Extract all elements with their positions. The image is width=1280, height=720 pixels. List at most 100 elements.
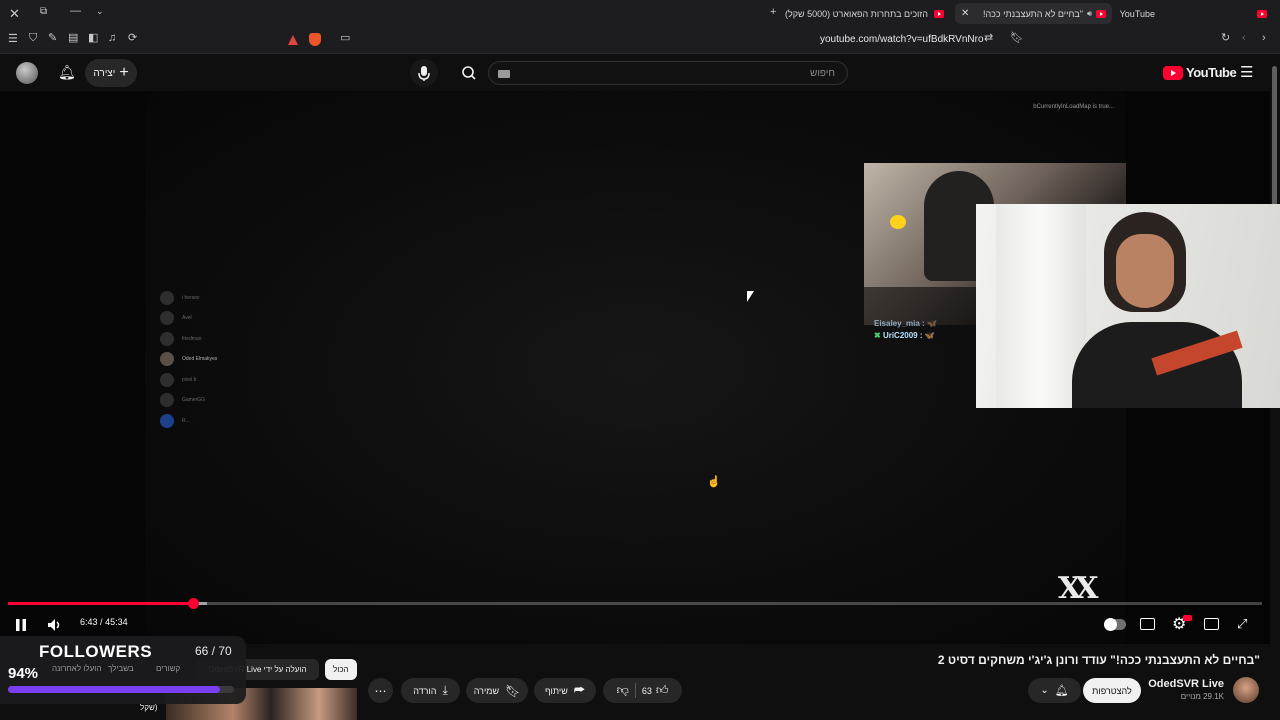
notifications-bell-icon[interactable]: 🔔︎ xyxy=(58,64,76,81)
join-label: להצטרפות xyxy=(1092,685,1132,696)
tab-youtube[interactable]: YouTube xyxy=(1118,3,1273,24)
channel-name[interactable]: OdedSVR Live xyxy=(1148,678,1224,690)
join-button[interactable]: להצטרפות xyxy=(1083,678,1141,703)
channel-info[interactable]: OdedSVR Live 29.1K מנויים xyxy=(1148,678,1224,701)
new-tab-icon[interactable]: + xyxy=(770,7,776,18)
like-count: 63 xyxy=(641,685,652,696)
miniplayer-icon[interactable] xyxy=(1204,618,1219,630)
chat-name: Oded Elmakyes xyxy=(182,356,218,362)
subtitles-icon[interactable] xyxy=(1140,618,1155,630)
chevron-down-icon: ⌄ xyxy=(1040,685,1049,696)
like-button[interactable]: 63 👍︎ xyxy=(642,683,669,698)
youtube-favicon-icon xyxy=(1257,9,1267,18)
site-settings-icon[interactable]: ⇄ xyxy=(984,33,993,44)
bell-ring-icon: 🔔︎ xyxy=(1054,685,1069,697)
music-icon[interactable]: ♫ xyxy=(108,33,116,44)
divider xyxy=(634,683,636,698)
menu-icon[interactable]: ☰ xyxy=(8,34,18,45)
shield-icon[interactable]: ⛉ xyxy=(29,33,37,44)
download-button[interactable]: ⤓ הורדה xyxy=(401,678,460,703)
save-button[interactable]: 🔖︎ שמירה xyxy=(466,678,528,703)
pause-button[interactable] xyxy=(14,618,28,632)
chat-list-item: friedman xyxy=(160,332,201,346)
search-input[interactable]: חיפוש xyxy=(488,61,848,85)
url-text[interactable]: youtube.com/watch?v=ufBdkRVnNro xyxy=(820,34,984,45)
restore-window-icon[interactable]: ⧉ xyxy=(40,7,47,17)
settings-gear-icon[interactable]: ⚙ xyxy=(1172,614,1192,634)
followers-percent: 94% xyxy=(8,665,39,682)
create-label: יצירה xyxy=(93,67,116,79)
browser-tab-bar: ✕ ⧉ — ⌄ הזוכים בתחרות הפאוארט (5000 שקל)… xyxy=(0,0,1280,27)
minimize-window-icon[interactable]: — xyxy=(70,6,81,17)
chat-list-item: Oded Elmakyes xyxy=(160,352,217,366)
chat-list-item: i hersev xyxy=(160,291,200,305)
youtube-favicon-icon xyxy=(1096,9,1106,18)
download-label: הורדה xyxy=(413,685,437,696)
share-button[interactable]: ⮫ שיתוף xyxy=(534,678,596,703)
chat-name: i hersev xyxy=(182,295,200,301)
chip-recently-uploaded[interactable]: הועלו לאחרונה xyxy=(52,664,101,673)
stream-chat-overlay: Eisaley_mia : 🦋 ✖ UriC2009 : 🦋 xyxy=(874,319,937,340)
chip-all[interactable]: הכול xyxy=(325,659,357,680)
subscribed-button[interactable]: ⌄ 🔔︎ xyxy=(1028,678,1081,703)
save-label: שמירה xyxy=(473,685,500,696)
chip-for-you[interactable]: בשבילך xyxy=(108,664,134,673)
webcam-overlay-main xyxy=(976,204,1280,408)
bookmark-icon: 🔖︎ xyxy=(505,683,521,698)
time-current: 6:43 xyxy=(80,617,98,627)
brave-shield-icon[interactable] xyxy=(309,33,321,46)
tab-list-chevron-icon[interactable]: ⌄ xyxy=(96,7,104,16)
voice-search-button[interactable] xyxy=(410,59,438,87)
sidebar-icon[interactable]: ◧ xyxy=(88,33,98,44)
hd-badge xyxy=(1183,615,1192,621)
stream-chat-line: ✖ UriC2009 : 🦋 xyxy=(874,331,935,340)
video-player[interactable]: bCurrentlyInLoadMap is true... i hersev … xyxy=(0,91,1280,644)
chat-msg: 🦋 xyxy=(926,319,937,328)
chip-related[interactable]: קשורים xyxy=(156,664,180,673)
stream-chat-line: Eisaley_mia : 🦋 xyxy=(874,319,937,328)
followers-goal-widget: FOLLOWERS 66 / 70 94% הועלו לאחרונה בשבי… xyxy=(0,636,246,704)
search-button[interactable] xyxy=(452,61,488,85)
chat-avatar xyxy=(160,311,174,325)
alert-triangle-icon[interactable] xyxy=(288,35,298,45)
close-tab-icon[interactable]: ✕ xyxy=(961,8,969,19)
chat-list-item: R... xyxy=(160,414,190,428)
recommendation-title[interactable]: שקל) xyxy=(140,703,157,712)
tabs-icon[interactable]: ▤ xyxy=(68,33,78,44)
hamburger-menu-icon[interactable]: ☰ xyxy=(1240,63,1253,81)
autoplay-toggle[interactable] xyxy=(1104,618,1126,631)
pin-icon[interactable]: ✎ xyxy=(48,33,57,44)
chat-list-item: pixel b xyxy=(160,373,196,387)
progress-played xyxy=(8,602,193,605)
progress-scrubber[interactable] xyxy=(188,598,199,609)
screen-cast-icon[interactable]: ▭ xyxy=(340,33,350,44)
tab-hazokhim[interactable]: הזוכים בתחרות הפאוארט (5000 שקל) xyxy=(785,3,950,24)
tab-label: "בחיים לא התעצבנתי ככה!" ע xyxy=(982,8,1083,19)
close-window-icon[interactable]: ✕ xyxy=(9,7,20,20)
dislike-button[interactable]: 👎︎ xyxy=(617,683,629,698)
chat-avatar xyxy=(160,393,174,407)
reload-icon[interactable]: ↻ xyxy=(1221,33,1230,44)
forward-icon[interactable]: › xyxy=(1262,33,1266,44)
back-icon[interactable]: ‹ xyxy=(1242,33,1246,44)
volume-button[interactable] xyxy=(47,618,63,632)
create-button[interactable]: יצירה + xyxy=(85,59,137,87)
avatar[interactable] xyxy=(16,62,38,84)
fullscreen-icon[interactable]: ⤢ xyxy=(1237,616,1247,632)
keyboard-icon[interactable] xyxy=(498,70,510,78)
youtube-logo[interactable]: YouTube xyxy=(1163,65,1237,80)
subscriber-count: 29.1K מנויים xyxy=(1180,692,1224,701)
followers-count: 66 / 70 xyxy=(195,644,232,658)
like-dislike-group: 63 👍︎ 👎︎ xyxy=(603,678,682,703)
bookmark-icon[interactable]: 🔖︎ xyxy=(1010,33,1024,44)
video-title: "בחיים לא התעצבנתי ככה!" עודד ורונן ג'יג… xyxy=(937,653,1260,667)
search-icon xyxy=(462,66,476,80)
more-actions-button[interactable]: ⋯ xyxy=(368,678,393,703)
tab-current-video[interactable]: 🔊︎ "בחיים לא התעצבנתי ככה!" ע ✕ xyxy=(955,3,1112,24)
plus-icon: + xyxy=(119,64,129,81)
youtube-logo-text: YouTube xyxy=(1186,65,1237,80)
video-progress-bar[interactable] xyxy=(8,598,1262,609)
channel-avatar[interactable] xyxy=(1233,677,1259,703)
extensions-icon[interactable]: ⟳ xyxy=(128,33,137,44)
thumbs-up-icon: 👍︎ xyxy=(655,683,669,697)
